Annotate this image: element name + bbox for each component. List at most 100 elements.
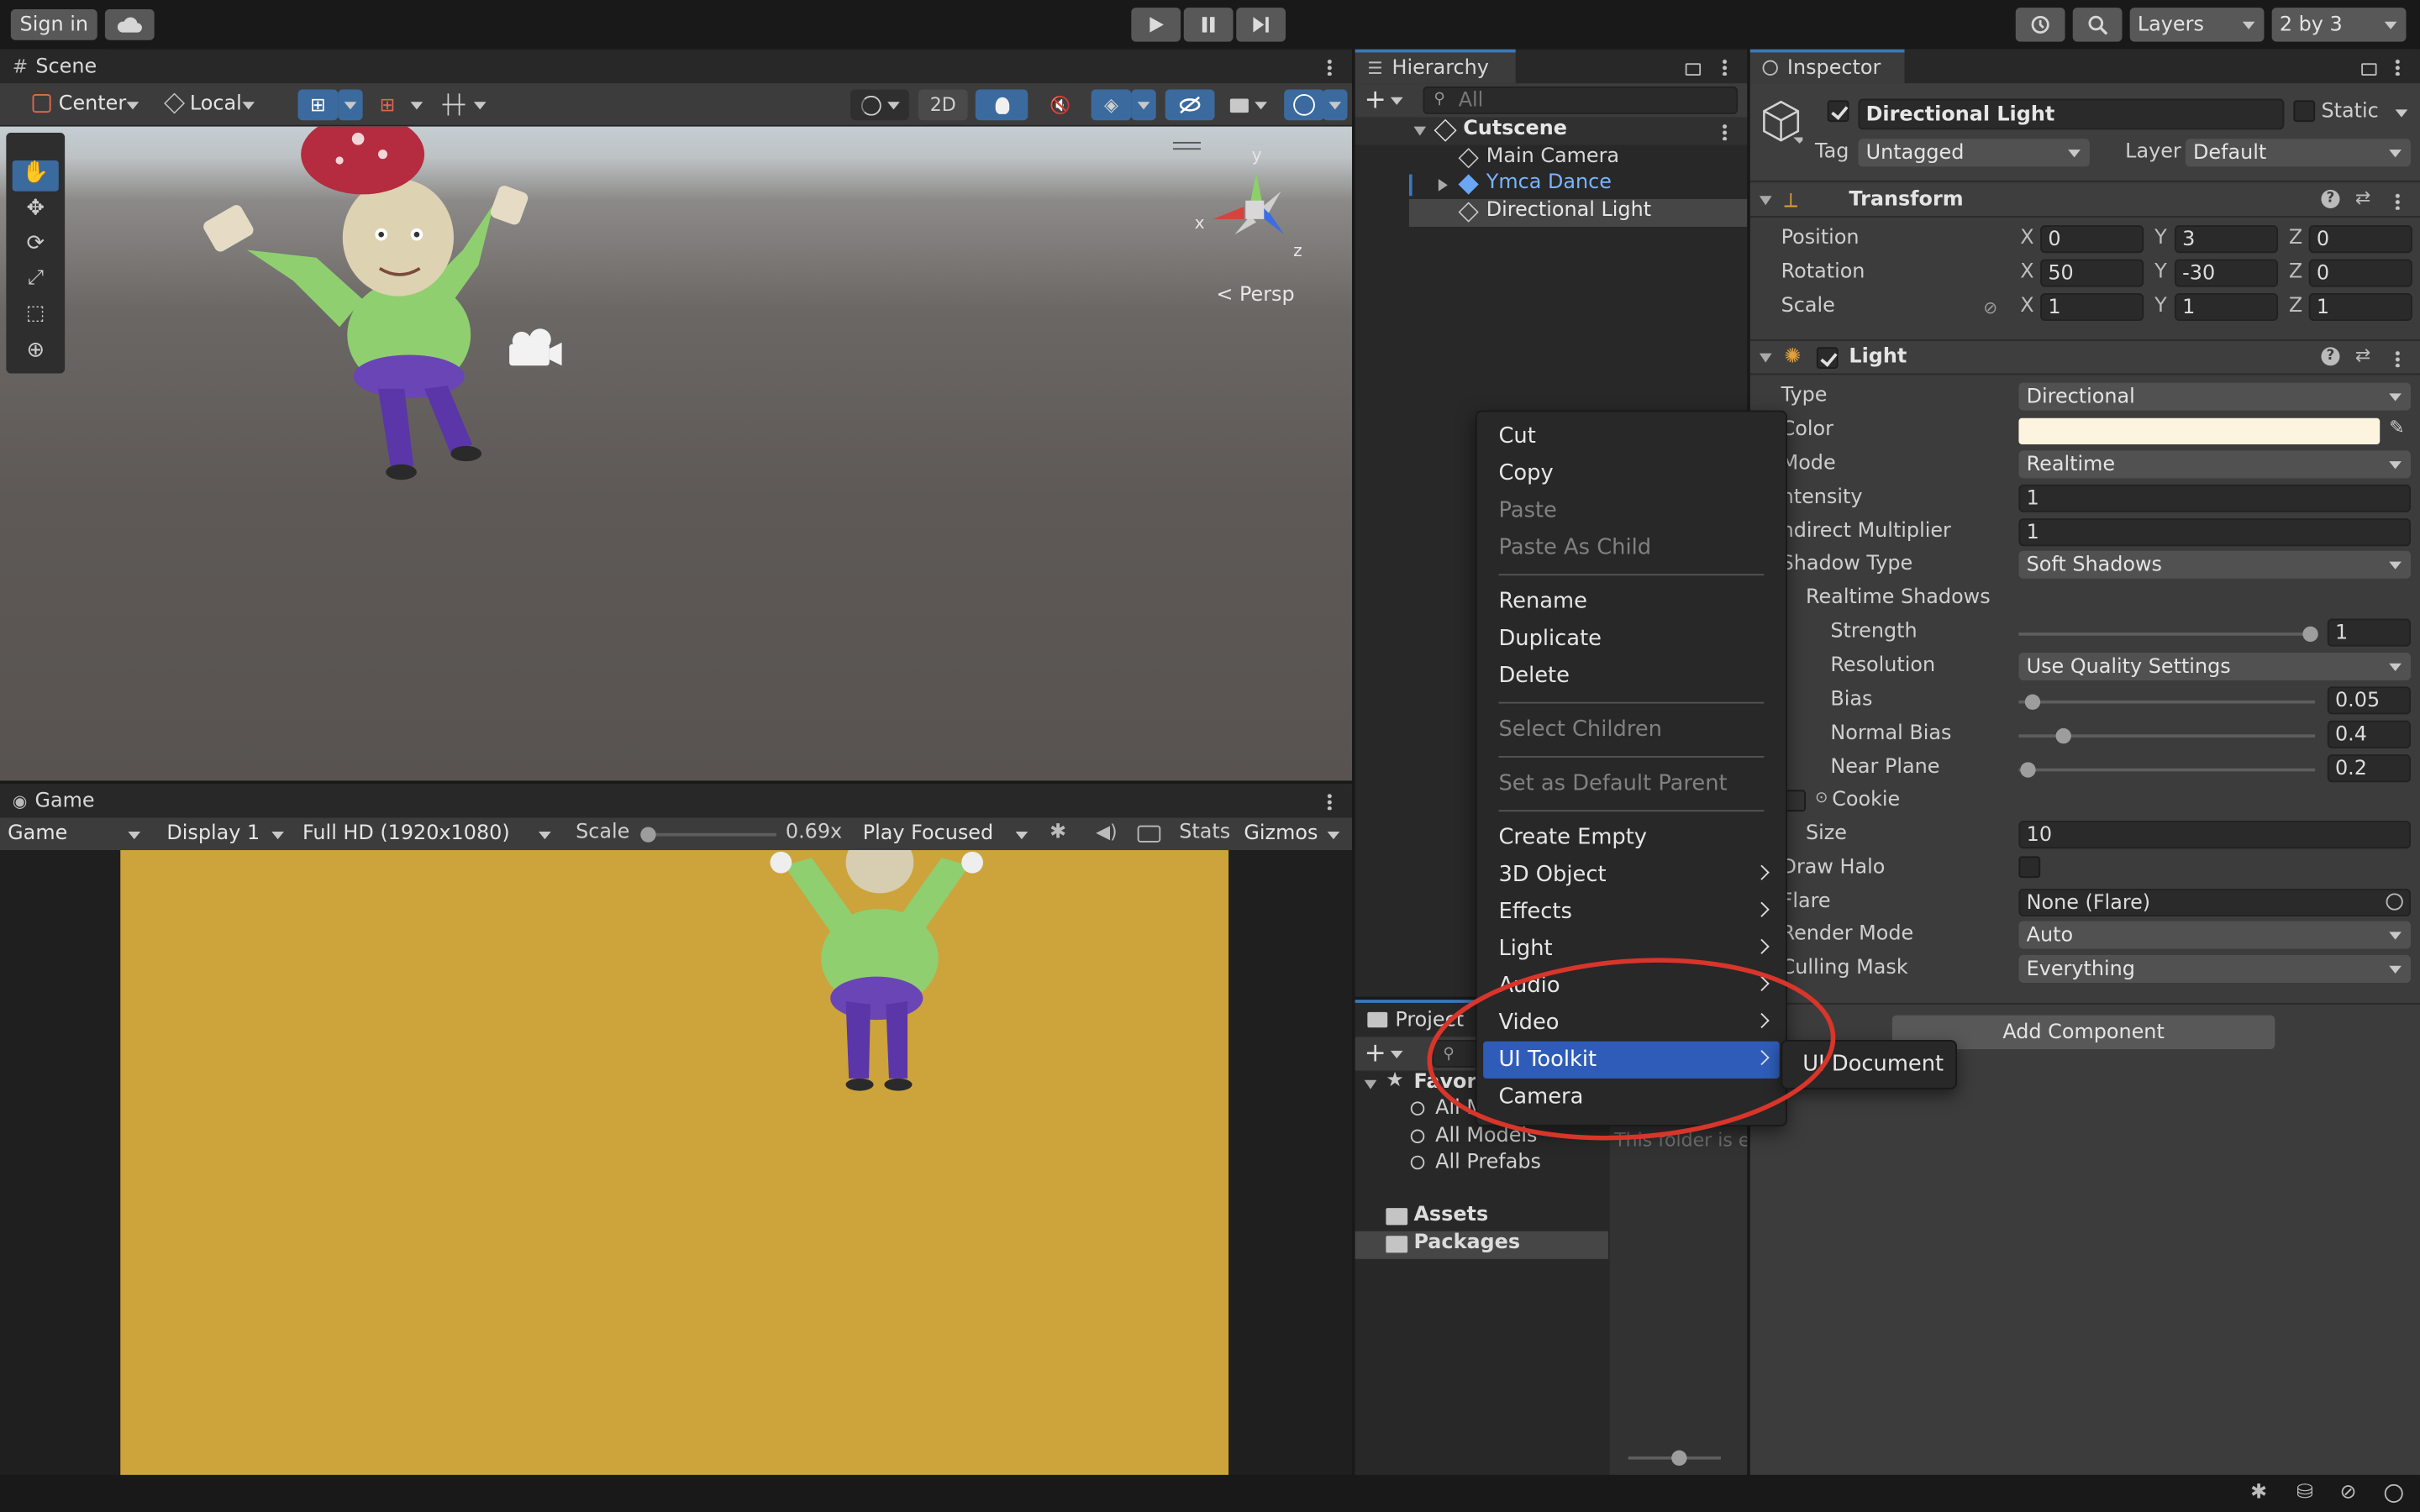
- cache-server-icon[interactable]: ⛁: [2296, 1481, 2313, 1504]
- 2d-toggle-button[interactable]: 2D: [918, 89, 968, 121]
- auto-generate-lighting-icon[interactable]: ⊘: [2339, 1481, 2356, 1504]
- help-icon[interactable]: ?: [2321, 347, 2340, 366]
- display-dropdown[interactable]: Display 1: [159, 817, 293, 851]
- static-dropdown-icon[interactable]: [2395, 109, 2408, 118]
- normal-bias-field[interactable]: 0.4: [2327, 720, 2411, 748]
- tag-dropdown[interactable]: Untagged: [1858, 139, 2090, 167]
- lock-icon[interactable]: [1685, 63, 1702, 76]
- space-local-dropdown[interactable]: Local: [159, 87, 265, 121]
- layout-dropdown[interactable]: 2 by 3: [2271, 8, 2407, 42]
- strength-field[interactable]: 1: [2327, 618, 2411, 647]
- object-name-field[interactable]: Directional Light: [1858, 98, 2285, 130]
- link-scale-icon[interactable]: ⊘: [1983, 297, 1997, 318]
- persp-toggle[interactable]: < Persp: [1216, 284, 1294, 307]
- light-enabled-checkbox[interactable]: [1816, 347, 1839, 369]
- light-header[interactable]: ✺ Light ? ⇄: [1749, 340, 2420, 375]
- help-icon[interactable]: ?: [2321, 189, 2340, 208]
- preset-icon[interactable]: ⇄: [2355, 344, 2370, 366]
- history-button[interactable]: [2015, 8, 2065, 42]
- bias-slider[interactable]: [2018, 700, 2316, 704]
- cookie-fold-icon[interactable]: ⊙: [1815, 790, 1828, 806]
- scene-menu-icon[interactable]: [1327, 58, 1333, 76]
- move-tool[interactable]: ✥: [13, 196, 59, 227]
- scale-z-field[interactable]: 1: [2308, 292, 2412, 322]
- render-mode-dropdown[interactable]: Auto: [2018, 921, 2411, 949]
- scene-row-menu-icon[interactable]: [1722, 123, 1728, 141]
- favorite-item-all-prefabs[interactable]: All Prefabs: [1355, 1151, 1608, 1179]
- pivot-center-dropdown[interactable]: Center: [24, 87, 149, 121]
- menu-item-paste-as-child[interactable]: Paste As Child: [1477, 529, 1786, 566]
- tab-hierarchy[interactable]: ☰ Hierarchy: [1355, 49, 1516, 84]
- tab-inspector[interactable]: Inspector: [1749, 49, 1905, 84]
- search-button[interactable]: [2072, 8, 2123, 42]
- play-focused-dropdown[interactable]: Play Focused: [855, 817, 1038, 851]
- tab-scene[interactable]: # Scene: [0, 49, 109, 84]
- layers-dropdown[interactable]: Layers: [2129, 8, 2265, 42]
- camera-settings-button[interactable]: [1220, 89, 1276, 121]
- menu-item-rename[interactable]: Rename: [1477, 583, 1786, 620]
- gameobject-icon[interactable]: [1760, 99, 1803, 145]
- menu-item-video[interactable]: Video: [1477, 1005, 1786, 1042]
- bug-icon[interactable]: ✱: [1050, 821, 1066, 844]
- scene-viewport[interactable]: ✋ ✥ ⟳ ⤢ ⬚ ⊕ y x z < Persp: [0, 126, 1352, 781]
- menu-item-cut[interactable]: Cut: [1477, 418, 1786, 455]
- scale-tool[interactable]: ⤢: [13, 267, 59, 298]
- audio-toggle-button[interactable]: 🔇: [1035, 89, 1086, 121]
- hand-tool[interactable]: ✋: [12, 160, 59, 192]
- lock-icon[interactable]: [2361, 63, 2377, 76]
- hierarchy-search-input[interactable]: ⚲ All: [1423, 86, 1739, 114]
- favorite-item-all-models[interactable]: All Models: [1355, 1125, 1608, 1152]
- shadow-type-dropdown[interactable]: Soft Shadows: [2018, 550, 2411, 579]
- gizmos-game-dropdown[interactable]: Gizmos: [1236, 817, 1349, 851]
- transform-tool[interactable]: ⊕: [13, 338, 59, 369]
- position-y-field[interactable]: 3: [2174, 225, 2279, 254]
- game-viewport[interactable]: [0, 850, 1352, 1475]
- menu-item-audio[interactable]: Audio: [1477, 968, 1786, 1005]
- cloud-button[interactable]: [104, 9, 155, 40]
- bias-field[interactable]: 0.05: [2327, 686, 2411, 715]
- sign-in-button[interactable]: Sign in: [10, 9, 97, 40]
- gizmos-dropdown[interactable]: [1323, 89, 1348, 121]
- scale-slider[interactable]: [644, 832, 776, 837]
- grid-snap-button[interactable]: ⊞: [297, 89, 339, 121]
- snap-increment-dropdown[interactable]: [404, 89, 429, 121]
- ruler-dropdown[interactable]: [467, 89, 492, 121]
- menu-item-paste[interactable]: Paste: [1477, 492, 1786, 529]
- culling-mask-dropdown[interactable]: Everything: [2018, 954, 2411, 983]
- eyedropper-icon[interactable]: ✎: [2389, 417, 2404, 438]
- play-button[interactable]: [1131, 8, 1181, 42]
- menu-item-camera[interactable]: Camera: [1477, 1079, 1786, 1116]
- position-z-field[interactable]: 0: [2308, 225, 2412, 254]
- effects-toggle-button[interactable]: ◈: [1091, 89, 1132, 121]
- rotation-x-field[interactable]: 50: [2040, 259, 2144, 287]
- near-plane-field[interactable]: 0.2: [2327, 754, 2411, 783]
- menu-item-delete[interactable]: Delete: [1477, 657, 1786, 694]
- mode-dropdown[interactable]: Realtime: [2018, 450, 2411, 479]
- scale-x-field[interactable]: 1: [2040, 292, 2144, 322]
- rotate-tool[interactable]: ⟳: [13, 232, 59, 263]
- near-plane-slider-knob[interactable]: [2020, 762, 2036, 778]
- orientation-gizmo[interactable]: y x z: [1188, 145, 1312, 271]
- gizmos-button[interactable]: [1284, 89, 1324, 121]
- menu-item-duplicate[interactable]: Duplicate: [1477, 620, 1786, 657]
- game-view-dropdown[interactable]: Game: [0, 817, 150, 851]
- rotation-z-field[interactable]: 0: [2308, 259, 2412, 287]
- debug-icon[interactable]: ✱: [2250, 1481, 2267, 1504]
- active-checkbox[interactable]: [1827, 100, 1849, 123]
- stats-button[interactable]: Stats: [1179, 821, 1230, 844]
- icon-size-slider-knob[interactable]: [1671, 1450, 1687, 1466]
- resolution-dropdown[interactable]: Full HD (1920x1080): [294, 817, 560, 851]
- hidden-objects-button[interactable]: [1165, 89, 1215, 121]
- menu-item-copy[interactable]: Copy: [1477, 455, 1786, 492]
- assets-row[interactable]: Assets: [1355, 1204, 1608, 1231]
- component-menu-icon[interactable]: [2395, 192, 2401, 210]
- menu-item-ui-toolkit[interactable]: UI Toolkit: [1483, 1041, 1780, 1079]
- scene-row-cutscene[interactable]: Cutscene: [1355, 117, 1748, 145]
- pause-button[interactable]: [1183, 8, 1234, 42]
- normal-bias-slider-knob[interactable]: [2055, 727, 2071, 744]
- audio-icon[interactable]: ◀): [1096, 821, 1118, 843]
- position-x-field[interactable]: 0: [2040, 225, 2144, 254]
- hierarchy-item-main-camera[interactable]: Main Camera: [1355, 145, 1748, 173]
- layer-dropdown[interactable]: Default: [2185, 139, 2411, 167]
- transform-header[interactable]: ⟂ Transform ? ⇄: [1749, 183, 2420, 218]
